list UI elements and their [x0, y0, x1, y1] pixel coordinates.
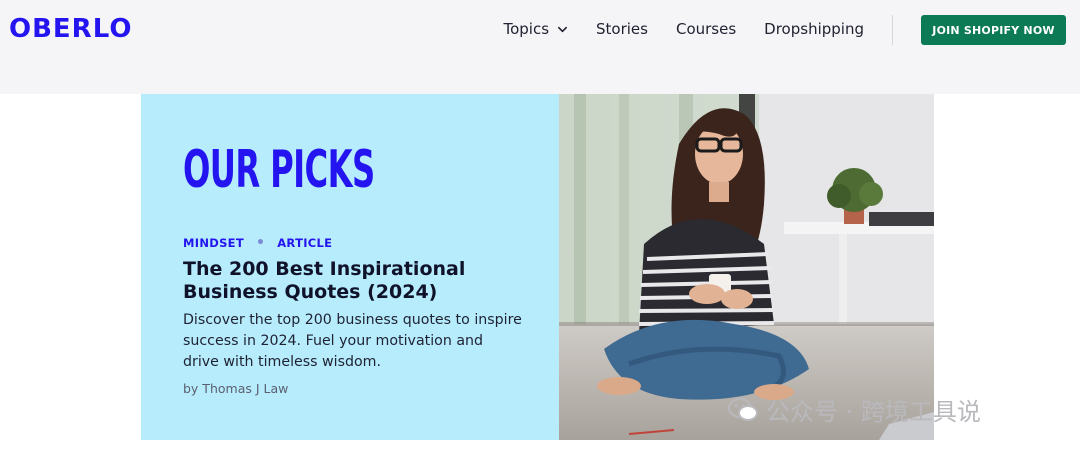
watermark-text: 公众号 · 跨境工具说 [766, 398, 981, 426]
main-nav: Topics Stories Courses Dropshipping [503, 20, 864, 38]
tag-article[interactable]: ARTICLE [277, 236, 332, 250]
hero-photo-illustration [559, 94, 934, 440]
nav-item-dropshipping[interactable]: Dropshipping [764, 20, 864, 38]
nav-item-label: Topics [503, 20, 550, 38]
nav-item-stories[interactable]: Stories [596, 20, 648, 38]
article-headline[interactable]: The 200 Best Inspirational Business Quot… [183, 258, 503, 304]
watermark: 公众号 · 跨境工具说 [728, 392, 981, 427]
chevron-down-icon [558, 26, 568, 32]
woman-with-coffee-photo[interactable] [559, 94, 934, 440]
section-title: OUR PICKS [183, 140, 375, 200]
article-byline: by Thomas J Law [183, 381, 289, 396]
top-navigation-bar: OBERLO Topics Stories Courses Dropshippi… [0, 0, 1080, 94]
nav-item-label: Courses [675, 20, 737, 38]
nav-item-courses[interactable]: Courses [676, 20, 736, 38]
nav-item-topics[interactable]: Topics [503, 20, 568, 38]
tag-mindset[interactable]: MINDSET [183, 236, 244, 250]
oberlo-logo[interactable]: OBERLO [9, 14, 132, 44]
wechat-icon [728, 397, 758, 421]
nav-item-label: Dropshipping [764, 20, 864, 38]
article-description: Discover the top 200 business quotes to … [183, 312, 522, 370]
article-tags: MINDSET • ARTICLE [183, 235, 332, 251]
join-shopify-button[interactable]: JOIN SHOPIFY NOW [921, 15, 1066, 45]
nav-item-label: Stories [596, 20, 648, 38]
nav-divider [892, 15, 893, 45]
our-picks-card[interactable]: OUR PICKS MINDSET • ARTICLE The 200 Best… [141, 94, 559, 440]
tag-separator: • [255, 235, 266, 251]
